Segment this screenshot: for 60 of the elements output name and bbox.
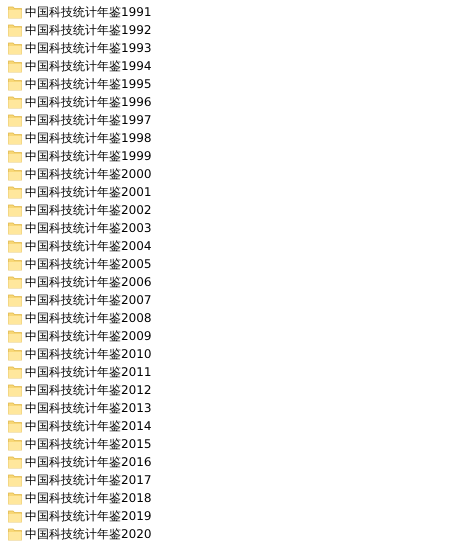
folder-name[interactable]: 中国科技统计年鉴2019	[25, 509, 152, 523]
folder-icon	[8, 41, 22, 55]
folder-name[interactable]: 中国科技统计年鉴2018	[25, 491, 152, 505]
folder-icon	[8, 203, 22, 217]
folder-name[interactable]: 中国科技统计年鉴1996	[25, 95, 152, 109]
folder-name[interactable]: 中国科技统计年鉴1993	[25, 41, 152, 55]
folder-icon	[8, 311, 22, 325]
folder-icon	[8, 329, 22, 343]
folder-name[interactable]: 中国科技统计年鉴2020	[25, 527, 152, 541]
folder-name[interactable]: 中国科技统计年鉴1998	[25, 131, 152, 145]
folder-name[interactable]: 中国科技统计年鉴1995	[25, 77, 152, 91]
folder-icon	[8, 455, 22, 469]
folder-name[interactable]: 中国科技统计年鉴2006	[25, 275, 152, 289]
folder-name[interactable]: 中国科技统计年鉴2010	[25, 347, 152, 361]
folder-name[interactable]: 中国科技统计年鉴2007	[25, 293, 152, 307]
folder-icon	[8, 95, 22, 109]
folder-name[interactable]: 中国科技统计年鉴2008	[25, 311, 152, 325]
folder-icon	[8, 365, 22, 379]
folder-name[interactable]: 中国科技统计年鉴2009	[25, 329, 152, 343]
folder-name[interactable]: 中国科技统计年鉴1997	[25, 113, 152, 127]
folder-icon	[8, 347, 22, 361]
folder-icon	[8, 131, 22, 145]
folder-icon	[8, 437, 22, 451]
folder-icon	[8, 59, 22, 73]
folder-icon	[8, 509, 22, 523]
folder-icon	[8, 149, 22, 163]
folder-icon	[8, 221, 22, 235]
folder-icon	[8, 419, 22, 433]
folder-name[interactable]: 中国科技统计年鉴2003	[25, 221, 152, 235]
folder-icon	[8, 473, 22, 487]
folder-icon	[8, 239, 22, 253]
folder-name[interactable]: 中国科技统计年鉴2005	[25, 257, 152, 271]
folder-name[interactable]: 中国科技统计年鉴1994	[25, 59, 152, 73]
folder-name[interactable]: 中国科技统计年鉴2017	[25, 473, 152, 487]
folder-icon	[8, 491, 22, 505]
folder-icon	[8, 23, 22, 37]
folder-name[interactable]: 中国科技统计年鉴2011	[25, 365, 152, 379]
folder-name[interactable]: 中国科技统计年鉴1999	[25, 149, 152, 163]
folder-icon	[8, 167, 22, 181]
folder-name[interactable]: 中国科技统计年鉴2013	[25, 401, 152, 415]
folder-name[interactable]: 中国科技统计年鉴2012	[25, 383, 152, 397]
folder-icon	[8, 185, 22, 199]
folder-name[interactable]: 中国科技统计年鉴1991	[25, 5, 152, 19]
folder-icon	[8, 257, 22, 271]
folder-name[interactable]: 中国科技统计年鉴2014	[25, 419, 152, 433]
folder-icon	[8, 401, 22, 415]
folder-icon	[8, 77, 22, 91]
folder-icon	[8, 113, 22, 127]
folder-icon	[8, 275, 22, 289]
folder-name[interactable]: 中国科技统计年鉴2002	[25, 203, 152, 217]
folder-name[interactable]: 中国科技统计年鉴2001	[25, 185, 152, 199]
folder-icon	[8, 383, 22, 397]
folder-name[interactable]: 中国科技统计年鉴2004	[25, 239, 152, 253]
folder-name[interactable]: 中国科技统计年鉴1992	[25, 23, 152, 37]
folder-icon	[8, 527, 22, 541]
folder-icon	[8, 5, 22, 19]
folder-name[interactable]: 中国科技统计年鉴2015	[25, 437, 152, 451]
folder-name[interactable]: 中国科技统计年鉴2000	[25, 167, 152, 181]
folder-icon	[8, 293, 22, 307]
folder-name[interactable]: 中国科技统计年鉴2016	[25, 455, 152, 469]
